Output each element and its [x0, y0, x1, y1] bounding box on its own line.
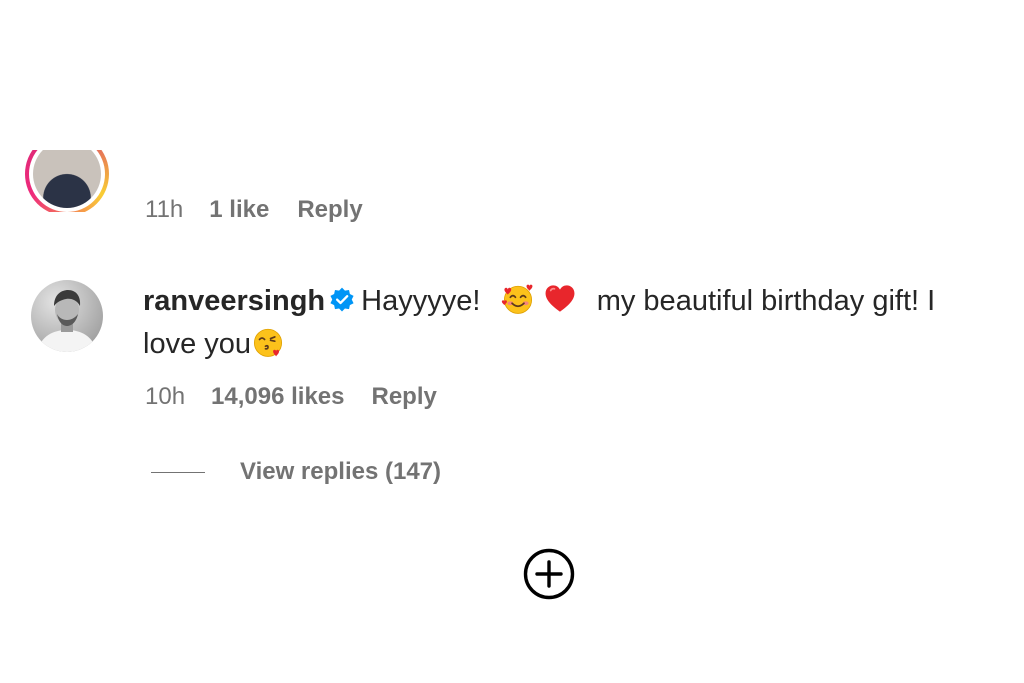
red-heart-icon	[545, 285, 575, 312]
smiling-face-with-hearts-icon	[501, 284, 532, 314]
comment-text: ranveersingh Hayyyye! my beautiful birth…	[143, 280, 983, 366]
previous-comment-reply-button[interactable]: Reply	[297, 196, 362, 224]
previous-comment-likes[interactable]: 1 like	[209, 196, 269, 224]
view-replies-divider	[151, 471, 205, 473]
comment-likes[interactable]: 14,096 likes	[211, 383, 344, 411]
previous-comment-meta: 11h 1 like Reply	[145, 196, 363, 224]
verified-badge-icon	[330, 287, 354, 312]
face-blowing-a-kiss-icon	[253, 328, 283, 357]
comment-username[interactable]: ranveersingh	[143, 285, 325, 317]
comment-text-part1: Hayyyye!	[361, 285, 481, 317]
previous-comment-avatar[interactable]	[22, 150, 112, 212]
view-replies-button[interactable]: View replies (147)	[151, 458, 441, 486]
comment-meta: 10h 14,096 likes Reply	[145, 383, 437, 411]
avatar-photo	[37, 290, 97, 352]
previous-comment-time: 11h	[145, 196, 184, 223]
view-replies-label: View replies (147)	[240, 458, 441, 485]
avatar[interactable]	[31, 280, 103, 352]
comment-time: 10h	[145, 383, 186, 410]
reply-button[interactable]: Reply	[372, 383, 437, 411]
plus-circle-icon[interactable]	[522, 547, 576, 601]
